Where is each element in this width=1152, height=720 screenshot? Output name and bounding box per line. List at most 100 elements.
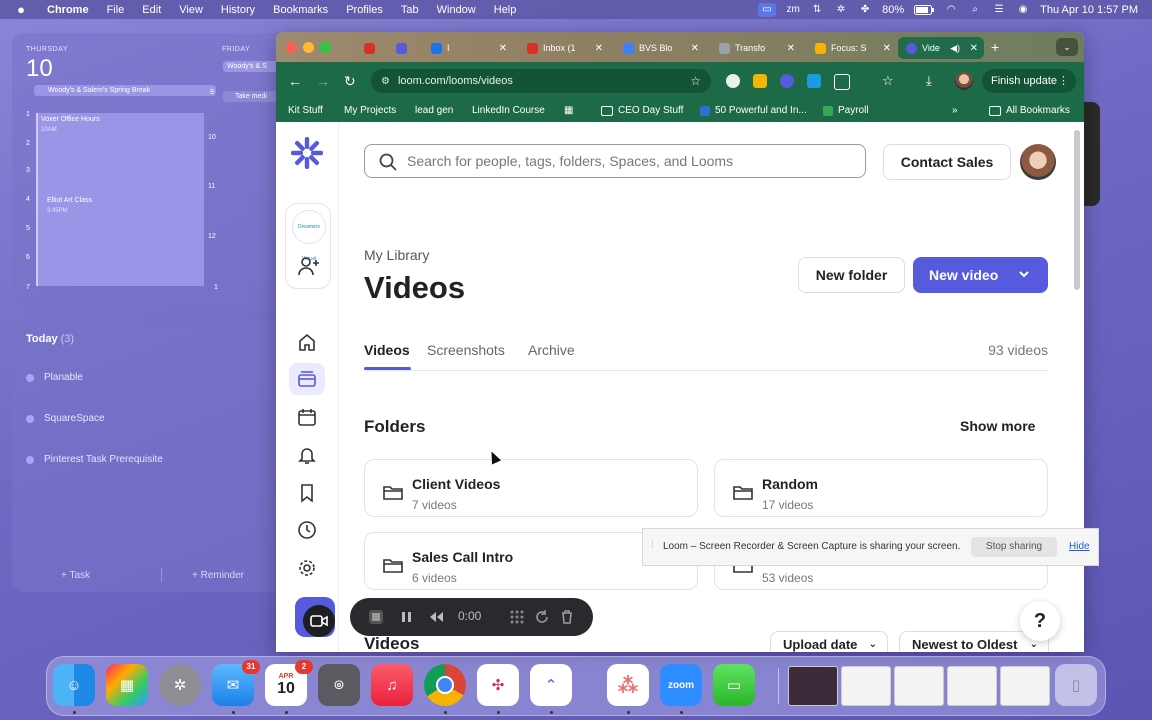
- trash-icon[interactable]: [559, 609, 575, 628]
- menu-tab[interactable]: Tab: [392, 4, 428, 16]
- reminder-item[interactable]: Pinterest Task Prerequisite: [26, 454, 163, 465]
- browser-tab[interactable]: I ✕: [423, 37, 513, 59]
- screen-share-icon[interactable]: ▭: [758, 2, 777, 17]
- workspace-avatar[interactable]: Dreamers Virtual: [292, 210, 326, 262]
- add-reminder-button[interactable]: + Reminder: [192, 570, 244, 581]
- more-bookmarks-icon[interactable]: »: [952, 105, 958, 116]
- finder-icon[interactable]: ☺: [53, 664, 95, 706]
- close-tab-icon[interactable]: ✕: [499, 43, 507, 54]
- bookmark-icon[interactable]: [295, 481, 319, 505]
- finish-update-button[interactable]: Finish update ⋮: [982, 69, 1076, 93]
- trash-bin-icon[interactable]: ▯: [1055, 664, 1097, 706]
- minimized-window-thumbnail[interactable]: [788, 666, 838, 706]
- slack-icon[interactable]: ✣: [477, 664, 519, 706]
- calendar-reminder-event[interactable]: Take medi: [223, 91, 284, 102]
- asana-icon[interactable]: ⁂: [607, 664, 649, 706]
- reminder-circle-icon[interactable]: [26, 373, 34, 382]
- control-center-icon[interactable]: ☰: [992, 4, 1006, 16]
- user-avatar[interactable]: [1020, 144, 1056, 180]
- mail-icon[interactable]: ✉ 31: [212, 660, 260, 706]
- tab-search-icon[interactable]: ⌄: [1056, 38, 1078, 56]
- menu-file[interactable]: File: [98, 4, 134, 16]
- pause-icon[interactable]: [400, 609, 414, 628]
- browser-tab-active[interactable]: Vide ◀) ✕: [898, 37, 984, 59]
- menu-app-name[interactable]: Chrome: [38, 4, 98, 16]
- facetime-icon[interactable]: ▭: [713, 664, 755, 706]
- loom-camera-bubble[interactable]: [295, 597, 335, 637]
- rewind-icon[interactable]: [428, 609, 444, 628]
- reload-icon[interactable]: ↻: [344, 73, 356, 90]
- browser-tab[interactable]: Inbox (1 ✕: [519, 37, 609, 59]
- stop-recording-icon[interactable]: [368, 609, 384, 628]
- calendar-widget[interactable]: THURSDAY 10 FRIDAY Woody's & Salem's Spr…: [12, 33, 284, 306]
- stop-sharing-button[interactable]: Stop sharing: [971, 537, 1057, 557]
- extension-icon[interactable]: [726, 74, 740, 88]
- show-more-button[interactable]: Show more: [960, 418, 1035, 434]
- bookmark-folder[interactable]: CEO Day Stuff: [601, 105, 683, 116]
- minimized-window-thumbnail[interactable]: [947, 666, 997, 706]
- zoom-status-icon[interactable]: zm: [786, 4, 800, 16]
- minimized-window-thumbnail[interactable]: [1000, 666, 1050, 706]
- calendar-icon[interactable]: [295, 405, 319, 429]
- close-tab-icon[interactable]: ✕: [595, 43, 603, 54]
- home-icon[interactable]: [295, 330, 319, 354]
- address-bar[interactable]: ⚙ loom.com/looms/videos ☆: [371, 69, 711, 93]
- battery-icon[interactable]: [914, 4, 935, 16]
- pinned-tab[interactable]: [356, 37, 384, 59]
- minimized-window-thumbnail[interactable]: [841, 666, 891, 706]
- reminder-circle-icon[interactable]: [26, 414, 34, 423]
- hide-link[interactable]: Hide: [1069, 541, 1090, 552]
- bookmark-star-icon[interactable]: ☆: [690, 74, 701, 88]
- new-folder-button[interactable]: New folder: [798, 257, 905, 293]
- calendar-all-day-event-2[interactable]: Woody's & S: [223, 61, 284, 72]
- menu-profiles[interactable]: Profiles: [337, 4, 392, 16]
- breadcrumb[interactable]: My Library: [364, 247, 429, 263]
- profile-avatar[interactable]: [955, 72, 973, 90]
- folder-card[interactable]: Client Videos 7 videos: [364, 459, 698, 517]
- menu-bookmarks[interactable]: Bookmarks: [264, 4, 337, 16]
- download-icon[interactable]: ⤓: [926, 73, 932, 89]
- extension-icon[interactable]: ✤: [858, 4, 872, 16]
- loom-extension-icon[interactable]: [780, 74, 794, 88]
- restart-icon[interactable]: [534, 609, 550, 628]
- contact-sales-button[interactable]: Contact Sales: [883, 144, 1011, 180]
- bookmark-manager-icon[interactable]: ☆: [882, 73, 894, 89]
- loom-logo-icon[interactable]: [290, 136, 324, 170]
- help-button[interactable]: ?: [1020, 601, 1060, 641]
- screenshot-icon[interactable]: ⌾: [318, 664, 360, 706]
- search-input[interactable]: Search for people, tags, folders, Spaces…: [364, 144, 866, 178]
- sort-upload-date-dropdown[interactable]: Upload date ⌄: [770, 631, 888, 652]
- reminders-widget[interactable]: Today (3) Planable SquareSpace Pinterest…: [12, 322, 284, 592]
- add-user-icon[interactable]: [298, 256, 320, 281]
- minimize-window-icon[interactable]: [303, 42, 314, 53]
- bookmark-item[interactable]: My Projects: [344, 105, 396, 116]
- audio-playing-icon[interactable]: ◀): [950, 43, 960, 54]
- tab-archive[interactable]: Archive: [528, 342, 575, 358]
- zoom-app-icon[interactable]: zoom: [660, 664, 702, 706]
- clickup-icon[interactable]: ⌃: [530, 664, 572, 706]
- apple-menu-icon[interactable]: ●: [14, 2, 28, 17]
- reminder-item[interactable]: Planable: [26, 372, 83, 383]
- folder-card[interactable]: Random 17 videos: [714, 459, 1048, 517]
- chevron-down-icon[interactable]: [1018, 257, 1030, 309]
- arrows-icon[interactable]: ⇅: [810, 4, 824, 16]
- browser-tab[interactable]: Transfo ✕: [711, 37, 801, 59]
- browser-tab[interactable]: BVS Blo ✕: [615, 37, 705, 59]
- new-tab-icon[interactable]: +: [991, 39, 999, 55]
- chrome-icon[interactable]: [424, 664, 466, 706]
- bookmark-item[interactable]: Payroll: [823, 105, 869, 116]
- library-icon[interactable]: [289, 363, 325, 395]
- extensions-puzzle-icon[interactable]: [834, 74, 850, 90]
- calendar-all-day-event[interactable]: Woody's & Salem's Spring Break: [34, 85, 216, 96]
- new-video-button[interactable]: New video: [913, 257, 1048, 293]
- pinned-tab[interactable]: [388, 37, 416, 59]
- all-bookmarks-folder[interactable]: All Bookmarks: [989, 105, 1070, 116]
- notifications-bell-icon[interactable]: [295, 443, 319, 467]
- calendar-app-icon[interactable]: APR 10 2: [265, 660, 313, 706]
- bookmark-item[interactable]: Kit Stuff: [288, 105, 323, 116]
- close-tab-icon[interactable]: ✕: [970, 43, 978, 54]
- extension-icon[interactable]: [807, 74, 821, 88]
- drawing-tools-icon[interactable]: [509, 609, 525, 628]
- menu-edit[interactable]: Edit: [133, 4, 170, 16]
- close-tab-icon[interactable]: ✕: [691, 43, 699, 54]
